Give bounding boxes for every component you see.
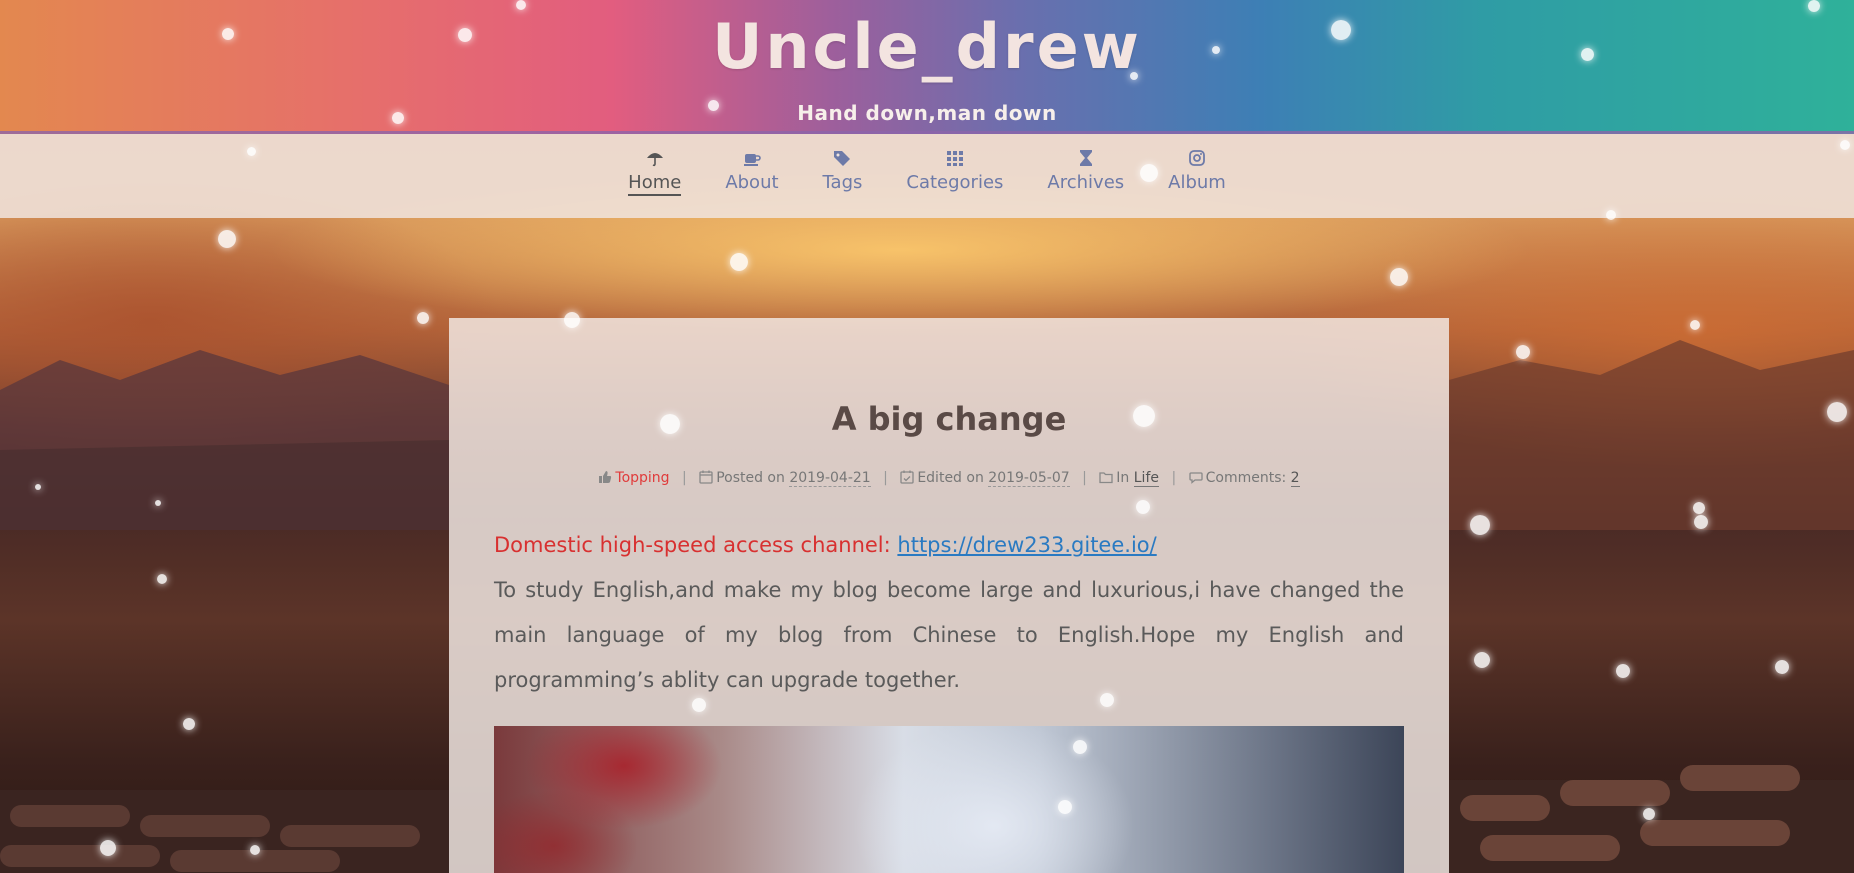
nav-item-tags[interactable]: Tags [801, 148, 885, 196]
posted-on: Posted on 2019-04-21 [699, 470, 875, 487]
nav-label-categories: Categories [906, 172, 1004, 193]
comments-count[interactable]: 2 [1290, 470, 1300, 487]
post-card: A big change Topping | Posted on 2019-04… [449, 318, 1449, 873]
post-cover-image [494, 726, 1404, 873]
coffee-icon [743, 154, 761, 166]
access-label: Domestic high-speed access channel: [494, 533, 891, 557]
hourglass-icon [1079, 150, 1092, 166]
edited-date: 2019-05-07 [988, 470, 1070, 487]
category-info: In Life [1099, 470, 1163, 487]
calendar-check-icon [900, 470, 914, 484]
edited-label: Edited on [917, 470, 984, 486]
category-link[interactable]: Life [1133, 470, 1159, 487]
post-meta: Topping | Posted on 2019-04-21 | Edited … [449, 470, 1449, 487]
nav-item-album[interactable]: Album [1146, 148, 1248, 196]
nav-item-categories[interactable]: Categories [884, 148, 1025, 196]
site-subtitle: Hand down,man down [797, 101, 1057, 125]
nav-item-about[interactable]: About [703, 148, 800, 196]
nav-label-home: Home [628, 172, 682, 196]
nav-item-home[interactable]: Home [606, 148, 703, 196]
topping-label: Topping [615, 470, 670, 486]
comments-label: Comments: [1205, 470, 1287, 486]
topping-badge: Topping [598, 470, 674, 486]
edited-on: Edited on 2019-05-07 [900, 470, 1074, 487]
nav-item-archives[interactable]: Archives [1025, 148, 1146, 196]
post-title[interactable]: A big change [449, 400, 1449, 438]
in-label: In [1116, 470, 1130, 486]
main-nav: Home About Tags Categories Archives Albu… [0, 134, 1854, 218]
comments-info: Comments: 2 [1188, 470, 1300, 487]
comment-icon [1188, 472, 1203, 484]
roof-tiles-left [0, 790, 450, 873]
post-content: Domestic high-speed access channel: http… [494, 523, 1404, 703]
umbrella-icon [646, 153, 663, 167]
calendar-icon [699, 470, 713, 484]
nav-label-tags: Tags [822, 172, 863, 193]
grid-icon [946, 151, 963, 166]
post-body: To study English,and make my blog become… [494, 578, 1404, 692]
folder-icon [1099, 472, 1113, 484]
posted-label: Posted on [716, 470, 785, 486]
site-title[interactable]: Uncle_drew [0, 10, 1854, 83]
site-header: Uncle_drew Hand down,man down [0, 0, 1854, 134]
access-line: Domestic high-speed access channel: http… [494, 523, 1404, 568]
access-url-link[interactable]: https://drew233.gitee.io/ [897, 533, 1156, 557]
posted-date: 2019-04-21 [789, 470, 871, 487]
nav-label-about: About [725, 172, 779, 193]
tags-icon [834, 151, 851, 166]
thumbs-up-icon [599, 471, 612, 483]
nav-label-archives: Archives [1047, 172, 1125, 193]
nav-label-album: Album [1168, 172, 1226, 193]
camera-icon [1189, 150, 1205, 166]
